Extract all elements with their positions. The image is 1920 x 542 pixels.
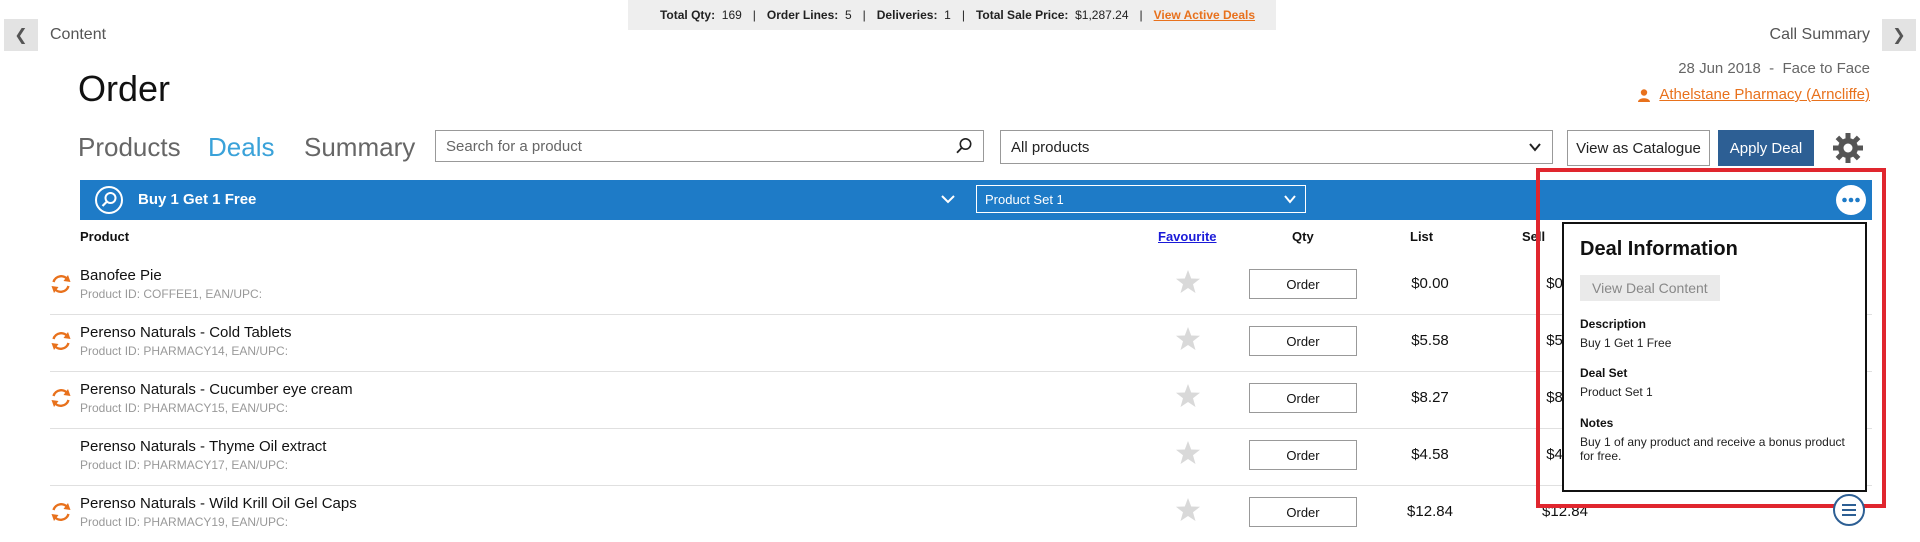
- product-name: Perenso Naturals - Wild Krill Oil Gel Ca…: [80, 495, 357, 512]
- order-lines: Order Lines: 5: [766, 8, 852, 22]
- star-icon[interactable]: [1175, 383, 1201, 409]
- order-button[interactable]: Order: [1249, 269, 1357, 299]
- header-favourite[interactable]: Favourite: [1158, 229, 1217, 244]
- product-id: Product ID: PHARMACY17, EAN/UPC:: [80, 458, 289, 472]
- deal-search-icon[interactable]: [94, 185, 124, 215]
- product-id: Product ID: PHARMACY14, EAN/UPC:: [80, 344, 289, 358]
- page-title: Order: [78, 68, 171, 109]
- total-qty: Total Qty: 169: [659, 8, 742, 22]
- product-filter-select[interactable]: All products: [1000, 130, 1553, 164]
- search-input[interactable]: Search for a product: [435, 130, 984, 162]
- deal-title: Buy 1 Get 1 Free: [138, 191, 257, 208]
- star-icon[interactable]: [1175, 269, 1201, 295]
- menu-icon[interactable]: [1832, 493, 1866, 527]
- order-button[interactable]: Order: [1249, 497, 1357, 527]
- forward-label[interactable]: Call Summary: [1770, 26, 1870, 44]
- tab-deals[interactable]: Deals: [208, 132, 274, 163]
- header-product: Product: [80, 229, 130, 244]
- list-price: $0.00: [1411, 275, 1449, 292]
- chevron-right-icon: ❯: [1892, 27, 1906, 44]
- chevron-down-icon[interactable]: [940, 191, 956, 207]
- order-button[interactable]: Order: [1249, 326, 1357, 356]
- tab-summary[interactable]: Summary: [304, 132, 415, 163]
- product-id: Product ID: COFFEE1, EAN/UPC:: [80, 287, 263, 301]
- back-label[interactable]: Content: [50, 26, 106, 44]
- product-id: Product ID: PHARMACY15, EAN/UPC:: [80, 401, 289, 415]
- star-icon[interactable]: [1175, 440, 1201, 466]
- tab-products[interactable]: Products: [78, 132, 181, 163]
- deliveries: Deliveries: 1: [876, 8, 951, 22]
- deal-set-select[interactable]: Product Set 1: [976, 185, 1306, 213]
- forward-button[interactable]: ❯: [1882, 19, 1916, 51]
- back-button[interactable]: ❮: [4, 19, 38, 51]
- gear-icon[interactable]: [1832, 132, 1864, 164]
- product-filter-value: All products: [1011, 138, 1090, 156]
- product-name: Perenso Naturals - Cucumber eye cream: [80, 381, 353, 398]
- chevron-down-icon: [1284, 195, 1296, 204]
- person-icon: [1638, 88, 1651, 102]
- order-button[interactable]: Order: [1249, 440, 1357, 470]
- product-name: Perenso Naturals - Cold Tablets: [80, 324, 292, 341]
- apply-deal-button[interactable]: Apply Deal: [1718, 130, 1814, 166]
- header-list: List: [1410, 229, 1434, 244]
- search-icon[interactable]: [955, 137, 973, 155]
- call-date-type: 28 Jun 2018 - Face to Face: [1678, 60, 1870, 77]
- header-qty: Qty: [1292, 229, 1314, 244]
- star-icon[interactable]: [1175, 326, 1201, 352]
- product-name: Perenso Naturals - Thyme Oil extract: [80, 438, 327, 455]
- list-price: $5.58: [1411, 332, 1449, 349]
- view-active-deals-link[interactable]: View Active Deals: [1143, 8, 1255, 22]
- product-id: Product ID: PHARMACY19, EAN/UPC:: [80, 515, 289, 529]
- total-sale-price: Total Sale Price: $1,287.24: [975, 8, 1129, 22]
- list-price: $4.58: [1411, 446, 1449, 463]
- search-placeholder: Search for a product: [446, 137, 582, 155]
- list-price: $12.84: [1407, 503, 1453, 520]
- highlight-frame: [1536, 168, 1886, 508]
- deal-set-value: Product Set 1: [985, 191, 1064, 207]
- chevron-left-icon: ❮: [14, 27, 28, 44]
- star-icon[interactable]: [1175, 497, 1201, 523]
- customer-link[interactable]: Athelstane Pharmacy (Arncliffe): [1637, 86, 1870, 103]
- list-price: $8.27: [1411, 389, 1449, 406]
- view-as-catalogue-button[interactable]: View as Catalogue: [1567, 130, 1710, 166]
- order-button[interactable]: Order: [1249, 383, 1357, 413]
- sync-icon: [51, 275, 71, 293]
- sync-icon: [51, 332, 71, 350]
- sync-icon: [51, 389, 71, 407]
- order-summary-bar: Total Qty: 169 | Order Lines: 5 | Delive…: [628, 0, 1276, 30]
- product-name: Banofee Pie: [80, 267, 162, 284]
- sync-icon: [51, 503, 71, 521]
- chevron-down-icon: [1529, 143, 1541, 152]
